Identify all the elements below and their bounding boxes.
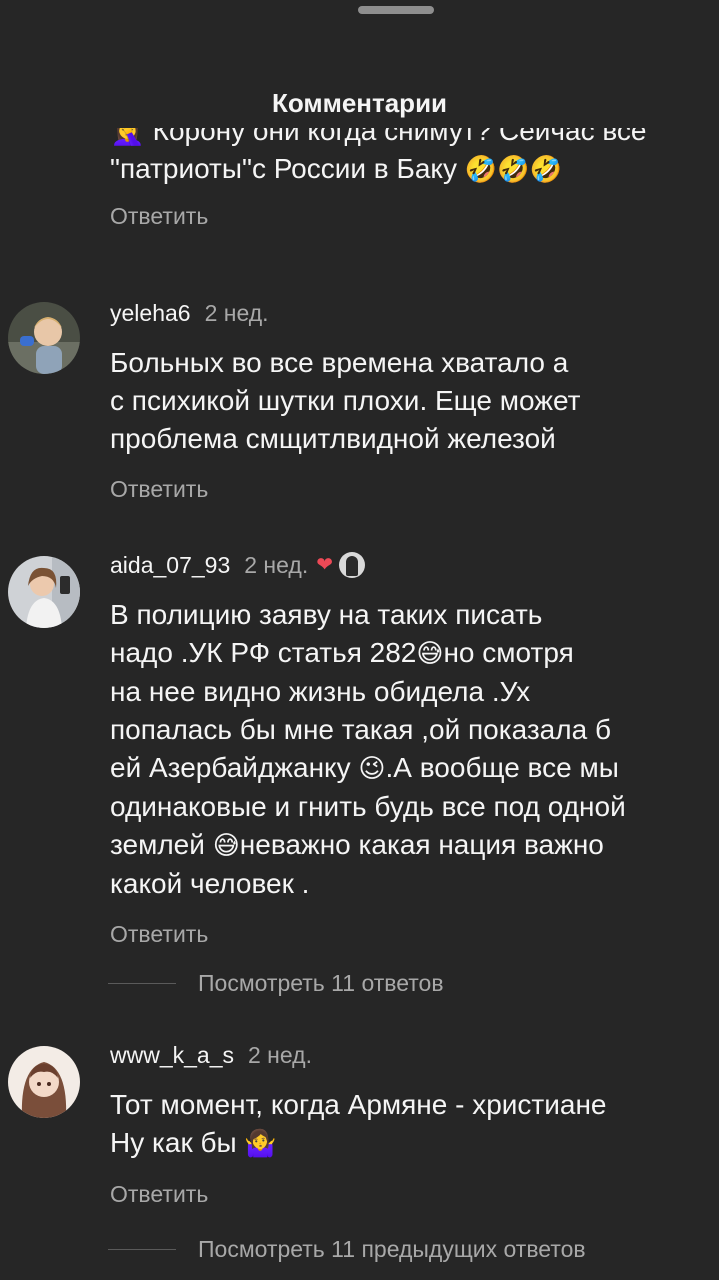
username[interactable]: yeleha6 xyxy=(110,298,191,328)
comment-clipped-line: 🤦‍♀️ Корону они когда снимут? Сейчас все xyxy=(110,128,710,150)
divider-line xyxy=(108,983,176,984)
comment-clipped-text: 🤦‍♀️ Корону они когда снимут? Сейчас все xyxy=(110,128,647,146)
comment-partial: 🤦‍♀️ Корону они когда снимут? Сейчас все… xyxy=(110,128,710,230)
view-replies-label: Посмотреть 11 предыдущих ответов xyxy=(198,1236,586,1262)
avatar[interactable] xyxy=(8,1046,80,1118)
view-previous-replies-button[interactable]: Посмотреть 11 предыдущих ответов xyxy=(108,1236,586,1263)
shrug-emoji-icon: 🤷‍♀️ xyxy=(244,1129,277,1159)
comment-text: Больных во все времена хватало а с психи… xyxy=(110,347,581,454)
comment-text-part: Тот момент, когда Армяне - христиане Ну … xyxy=(110,1089,607,1158)
comment-meta: aida_07_93 2 нед. ❤ xyxy=(110,550,710,580)
sheet-title: Комментарии xyxy=(271,88,448,118)
comments-list[interactable]: 🤦‍♀️ Корону они когда снимут? Сейчас все… xyxy=(0,128,719,1280)
username[interactable]: www_k_a_s xyxy=(110,1040,234,1070)
reply-button[interactable]: Ответить xyxy=(110,476,208,503)
comment-text: Тот момент, когда Армяне - христиане Ну … xyxy=(110,1086,710,1163)
author-liked-heart-icon: ❤ xyxy=(316,554,333,576)
view-replies-button[interactable]: Посмотреть 11 ответов xyxy=(108,970,444,997)
comments-sheet: Комментарии 🤦‍♀️ Корону они когда снимут… xyxy=(0,0,719,1280)
comment-body: yeleha6 2 нед. Больных во все времена хв… xyxy=(110,298,710,503)
timestamp: 2 нед. xyxy=(204,300,269,326)
avatar[interactable] xyxy=(8,556,80,628)
comment-meta: yeleha6 2 нед. xyxy=(110,298,710,328)
comment-body: aida_07_93 2 нед. ❤ В полицию заяву на т… xyxy=(110,550,710,948)
timestamp: 2 нед. xyxy=(244,552,309,578)
drag-handle[interactable] xyxy=(358,6,434,14)
sweat-smile-emoji-icon: 😅 xyxy=(212,831,240,861)
comment-body: www_k_a_s 2 нед. Тот момент, когда Армян… xyxy=(110,1040,710,1208)
comment-meta: www_k_a_s 2 нед. xyxy=(110,1040,710,1070)
timestamp: 2 нед. xyxy=(248,1042,312,1068)
view-replies-label: Посмотреть 11 ответов xyxy=(198,970,444,996)
reply-button[interactable]: Ответить xyxy=(110,203,208,230)
wink-emoji-icon: 😉 xyxy=(358,754,386,784)
rofl-emoji-icon: 🤣🤣🤣 xyxy=(464,155,562,185)
sweat-smile-emoji-icon: 😅 xyxy=(416,639,444,669)
reply-button[interactable]: Ответить xyxy=(110,921,208,948)
username[interactable]: aida_07_93 xyxy=(110,550,230,580)
divider-line xyxy=(108,1249,176,1250)
reply-button[interactable]: Ответить xyxy=(110,1181,208,1208)
avatar[interactable] xyxy=(8,302,80,374)
comment-text: "патриоты"с России в Баку 🤣🤣🤣 xyxy=(110,150,710,189)
comment-text: В полицию заяву на таких писать надо .УК… xyxy=(110,596,710,903)
comment-text-part: "патриоты"с России в Баку xyxy=(110,153,457,184)
author-avatar-icon xyxy=(338,552,365,578)
